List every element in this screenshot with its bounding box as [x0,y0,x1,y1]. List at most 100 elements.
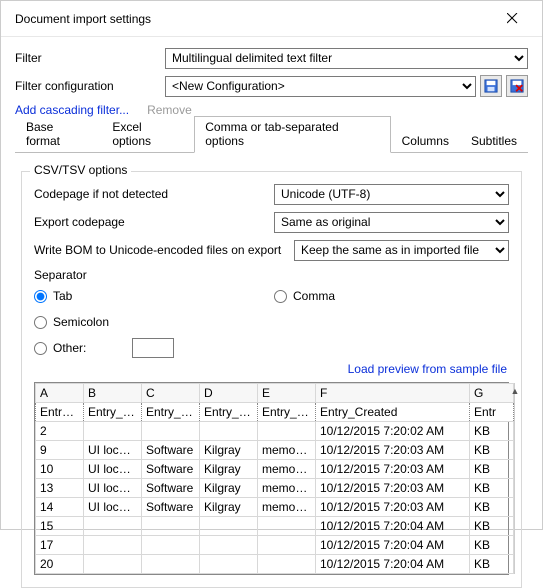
column-header[interactable]: G [470,384,514,403]
cell[interactable]: memoQ ... [258,498,316,517]
table-row[interactable]: 9UI locali...SoftwareKilgraymemoQ ...10/… [36,441,514,460]
cell[interactable]: KB [470,479,514,498]
preview-scrollbar[interactable]: ▲ [514,383,515,574]
cell[interactable]: Entry_ID [36,403,84,422]
cell[interactable]: 17 [36,536,84,555]
cell[interactable]: 10 [36,460,84,479]
cell[interactable]: Software [142,460,200,479]
cell[interactable]: KB [470,422,514,441]
cell[interactable]: 10/12/2015 7:20:03 AM [316,460,470,479]
cell[interactable] [258,517,316,536]
separator-other-radio[interactable]: Other: [34,338,274,358]
separator-other-input[interactable] [132,338,174,358]
cell[interactable]: KB [470,441,514,460]
column-header[interactable]: C [142,384,200,403]
cell[interactable]: memoQ ... [258,460,316,479]
tab-subtitles[interactable]: Subtitles [460,130,528,153]
cell[interactable]: KB [470,536,514,555]
cell[interactable] [142,555,200,574]
cell[interactable]: Entry_D... [142,403,200,422]
cell[interactable]: 9 [36,441,84,460]
cell[interactable]: memoQ ... [258,479,316,498]
table-row[interactable]: 20 10/12/2015 7:20:04 AMKB [36,555,514,574]
export-codepage-select[interactable]: Same as original [274,212,509,233]
load-preview-link[interactable]: Load preview from sample file [34,362,507,376]
cell[interactable]: KB [470,498,514,517]
table-row[interactable]: 14UI locali...SoftwareKilgraymemoQ ...10… [36,498,514,517]
cell[interactable] [84,422,142,441]
cell[interactable]: 10/12/2015 7:20:03 AM [316,498,470,517]
column-header[interactable]: B [84,384,142,403]
cell[interactable] [142,536,200,555]
cell[interactable]: Entry_Created [316,403,470,422]
table-row[interactable]: 2 10/12/2015 7:20:02 AMKB [36,422,514,441]
cell[interactable] [142,517,200,536]
table-row[interactable]: 15 10/12/2015 7:20:04 AMKB [36,517,514,536]
cell[interactable] [258,555,316,574]
tab-columns[interactable]: Columns [391,130,460,153]
table-row[interactable]: 17 10/12/2015 7:20:04 AMKB [36,536,514,555]
cell[interactable]: Kilgray [200,498,258,517]
delete-config-button[interactable] [506,75,528,97]
cell[interactable]: Entry_P... [258,403,316,422]
filter-config-select[interactable]: <New Configuration> [165,76,476,97]
tab-base[interactable]: Base format [15,116,101,153]
cell[interactable]: Kilgray [200,460,258,479]
cell[interactable]: 13 [36,479,84,498]
cell[interactable] [258,536,316,555]
cell[interactable] [84,555,142,574]
separator-comma-radio[interactable]: Comma [274,286,509,306]
cell[interactable] [200,422,258,441]
add-cascading-filter-link[interactable]: Add cascading filter... [15,103,129,117]
cell[interactable]: 10/12/2015 7:20:04 AM [316,517,470,536]
table-row[interactable]: 10UI locali...SoftwareKilgraymemoQ ...10… [36,460,514,479]
cell[interactable]: 15 [36,517,84,536]
cell[interactable]: 10/12/2015 7:20:02 AM [316,422,470,441]
column-header[interactable]: F [316,384,470,403]
column-header[interactable]: E [258,384,316,403]
cell[interactable]: UI locali... [84,441,142,460]
cell[interactable] [142,422,200,441]
column-header[interactable]: D [200,384,258,403]
cell[interactable]: KB [470,517,514,536]
cell[interactable]: memoQ ... [258,441,316,460]
separator-tab-radio[interactable]: Tab [34,286,274,306]
cell[interactable] [84,536,142,555]
table-row[interactable]: 13UI locali...SoftwareKilgraymemoQ ...10… [36,479,514,498]
tab-csv[interactable]: Comma or tab-separated options [194,116,390,153]
cell[interactable]: KB [470,460,514,479]
column-header[interactable]: A [36,384,84,403]
tab-excel[interactable]: Excel options [101,116,194,153]
cell[interactable]: Software [142,441,200,460]
cell[interactable] [84,517,142,536]
write-bom-select[interactable]: Keep the same as in imported file [294,240,509,261]
codepage-select[interactable]: Unicode (UTF-8) [274,184,509,205]
cell[interactable]: UI locali... [84,460,142,479]
cell[interactable]: UI locali... [84,498,142,517]
cell[interactable]: 10/12/2015 7:20:04 AM [316,536,470,555]
cell[interactable] [200,536,258,555]
cell[interactable]: Entry_S... [84,403,142,422]
preview-table[interactable]: ABCDEFG Entry_IDEntry_S...Entry_D...Entr… [35,383,514,574]
cell[interactable]: UI locali... [84,479,142,498]
cell[interactable]: 10/12/2015 7:20:03 AM [316,479,470,498]
close-button[interactable] [492,5,532,33]
cell[interactable] [200,555,258,574]
cell[interactable]: 2 [36,422,84,441]
cell[interactable]: Entry_Cl... [200,403,258,422]
cell[interactable]: Kilgray [200,479,258,498]
cell[interactable] [258,422,316,441]
cell[interactable]: 20 [36,555,84,574]
cell[interactable]: Software [142,498,200,517]
filter-select[interactable]: Multilingual delimited text filter [165,48,528,69]
cell[interactable]: KB [470,555,514,574]
cell[interactable]: 10/12/2015 7:20:04 AM [316,555,470,574]
cell[interactable]: Kilgray [200,441,258,460]
cell[interactable]: Software [142,479,200,498]
cell[interactable]: 14 [36,498,84,517]
table-row[interactable]: Entry_IDEntry_S...Entry_D...Entry_Cl...E… [36,403,514,422]
cell[interactable]: Entr [470,403,514,422]
cell[interactable] [200,517,258,536]
separator-semicolon-radio[interactable]: Semicolon [34,312,274,332]
cell[interactable]: 10/12/2015 7:20:03 AM [316,441,470,460]
